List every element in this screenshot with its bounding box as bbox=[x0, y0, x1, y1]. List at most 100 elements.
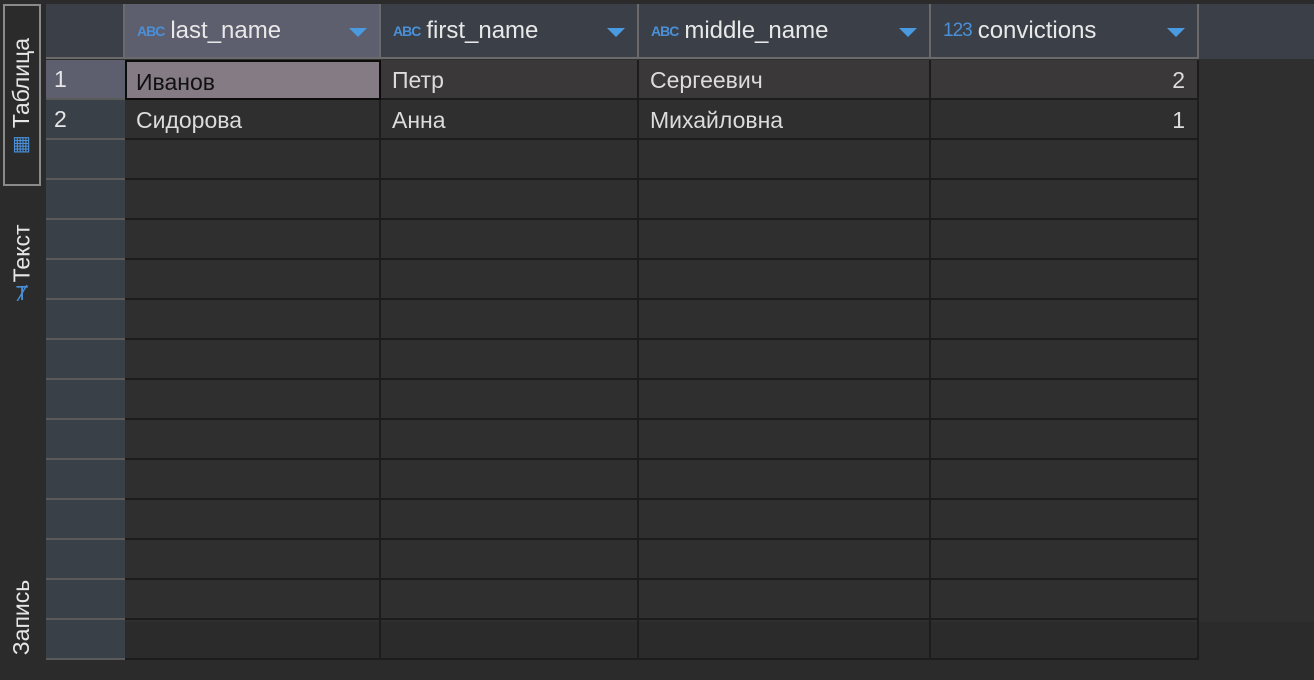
text-type-icon: ABC bbox=[137, 22, 165, 39]
row-header-empty bbox=[46, 540, 125, 580]
empty-cell bbox=[639, 300, 931, 340]
empty-cell bbox=[125, 620, 381, 660]
empty-row bbox=[46, 420, 1314, 460]
column-name: first_name bbox=[426, 16, 539, 44]
empty-cell bbox=[639, 540, 931, 580]
empty-cell bbox=[931, 540, 1199, 580]
row-number[interactable]: 1 bbox=[46, 60, 125, 100]
tab-label: Текст bbox=[8, 224, 35, 283]
empty-cell bbox=[639, 260, 931, 300]
row-header-empty bbox=[46, 380, 125, 420]
column-header-first-name[interactable]: ABC first_name bbox=[381, 4, 639, 59]
empty-cell bbox=[125, 580, 381, 620]
empty-row bbox=[46, 460, 1314, 500]
row-header-empty bbox=[46, 500, 125, 540]
empty-cell bbox=[931, 500, 1199, 540]
empty-row bbox=[46, 500, 1314, 540]
empty-cell bbox=[931, 300, 1199, 340]
table-row[interactable]: 2 Сидорова Анна Михайловна 1 bbox=[46, 100, 1314, 140]
empty-cell bbox=[381, 300, 639, 340]
cell-convictions[interactable]: 2 bbox=[931, 60, 1199, 100]
column-name: convictions bbox=[977, 16, 1097, 44]
empty-cell bbox=[125, 500, 381, 540]
empty-cell bbox=[381, 180, 639, 220]
cell-middle-name[interactable]: Михайловна bbox=[639, 100, 931, 140]
table-row[interactable]: 1 Иванов Петр Сергеевич 2 bbox=[46, 60, 1314, 100]
column-header-last-name[interactable]: ABC last_name bbox=[125, 4, 381, 59]
text-type-icon: ABC bbox=[651, 22, 679, 39]
column-header-convictions[interactable]: 123 convictions bbox=[931, 4, 1199, 59]
cell-first-name[interactable]: Петр bbox=[381, 60, 639, 100]
header-filler bbox=[1199, 4, 1314, 59]
row-header-empty bbox=[46, 140, 125, 180]
empty-cell bbox=[381, 380, 639, 420]
sort-filter-icon[interactable] bbox=[349, 28, 367, 37]
number-type-icon: 123 bbox=[943, 19, 973, 41]
empty-cell bbox=[381, 140, 639, 180]
empty-cell bbox=[381, 220, 639, 260]
empty-cell bbox=[381, 460, 639, 500]
empty-cell bbox=[125, 460, 381, 500]
empty-cell bbox=[381, 540, 639, 580]
cell-first-name[interactable]: Анна bbox=[381, 100, 639, 140]
empty-row bbox=[46, 300, 1314, 340]
empty-cell bbox=[381, 260, 639, 300]
empty-row bbox=[46, 220, 1314, 260]
empty-cell bbox=[125, 300, 381, 340]
tab-table[interactable]: ▦ Таблица bbox=[3, 4, 41, 186]
row-header-empty bbox=[46, 580, 125, 620]
table-icon: ▦ bbox=[12, 132, 32, 155]
row-header-empty bbox=[46, 420, 125, 460]
sort-filter-icon[interactable] bbox=[899, 28, 917, 37]
results-grid: ABC last_name ABC first_name ABC middle_nam… bbox=[46, 4, 1314, 660]
empty-row bbox=[46, 260, 1314, 300]
empty-cell bbox=[381, 500, 639, 540]
sort-filter-icon[interactable] bbox=[607, 28, 625, 37]
row-header-empty bbox=[46, 340, 125, 380]
empty-cell bbox=[381, 420, 639, 460]
empty-cell bbox=[639, 180, 931, 220]
row-header-empty bbox=[46, 620, 125, 660]
cell-last-name[interactable]: Иванов bbox=[125, 60, 381, 100]
empty-row bbox=[46, 140, 1314, 180]
empty-cell bbox=[931, 380, 1199, 420]
tab-record[interactable]: Запись bbox=[3, 555, 41, 680]
cell-middle-name[interactable]: Сергеевич bbox=[639, 60, 931, 100]
empty-cell bbox=[125, 220, 381, 260]
empty-cell bbox=[639, 140, 931, 180]
empty-cell bbox=[639, 500, 931, 540]
empty-cell bbox=[125, 140, 381, 180]
empty-cell bbox=[931, 420, 1199, 460]
view-switcher: ▦ Таблица Ⱦ Текст Запись bbox=[0, 0, 44, 655]
empty-cell bbox=[639, 620, 931, 660]
row-header-empty bbox=[46, 180, 125, 220]
cell-last-name[interactable]: Сидорова bbox=[125, 100, 381, 140]
empty-row bbox=[46, 340, 1314, 380]
empty-cell bbox=[125, 420, 381, 460]
text-icon: Ⱦ bbox=[15, 282, 29, 305]
corner-cell[interactable] bbox=[46, 4, 125, 59]
cell-convictions[interactable]: 1 bbox=[931, 100, 1199, 140]
tab-text[interactable]: Ⱦ Текст bbox=[3, 200, 41, 325]
row-number[interactable]: 2 bbox=[46, 100, 125, 140]
empty-cell bbox=[381, 580, 639, 620]
empty-cell bbox=[639, 220, 931, 260]
column-header-middle-name[interactable]: ABC middle_name bbox=[639, 4, 931, 59]
empty-cell bbox=[639, 580, 931, 620]
empty-cell bbox=[931, 260, 1199, 300]
empty-cell bbox=[125, 260, 381, 300]
empty-row bbox=[46, 580, 1314, 620]
empty-cell bbox=[125, 380, 381, 420]
empty-cell bbox=[639, 380, 931, 420]
empty-cell bbox=[931, 140, 1199, 180]
empty-row bbox=[46, 540, 1314, 580]
tab-label: Запись bbox=[8, 579, 35, 656]
empty-cell bbox=[125, 540, 381, 580]
empty-cell bbox=[931, 580, 1199, 620]
row-header-empty bbox=[46, 260, 125, 300]
empty-row bbox=[46, 380, 1314, 420]
empty-cell bbox=[931, 220, 1199, 260]
column-name: middle_name bbox=[684, 16, 829, 44]
sort-filter-icon[interactable] bbox=[1167, 28, 1185, 37]
empty-cell bbox=[639, 420, 931, 460]
